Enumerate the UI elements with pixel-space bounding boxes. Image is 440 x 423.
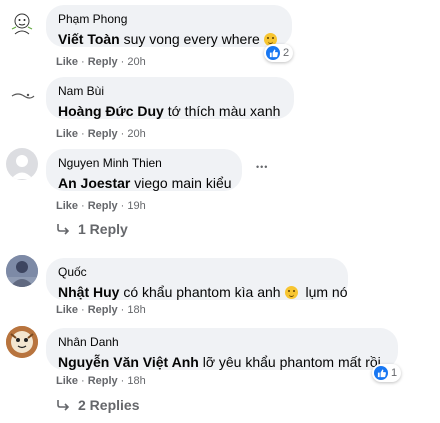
- comment-author[interactable]: Nam Bùi: [58, 84, 282, 99]
- separator: ·: [120, 128, 125, 140]
- timestamp[interactable]: 20h: [127, 128, 145, 140]
- separator: ·: [81, 200, 85, 212]
- comment-bubble: Phạm Phong Viết Toàn suy vong every wher…: [46, 5, 292, 47]
- reply-arrow-icon: [57, 224, 70, 235]
- reaction-count: 2: [283, 47, 290, 59]
- mention-link[interactable]: Nhật Huy: [58, 284, 119, 300]
- separator: ·: [81, 56, 85, 68]
- like-button[interactable]: Like: [56, 375, 78, 387]
- comment-bubble: Nam Bùi Hoàng Đức Duy tớ thích màu xanh: [46, 77, 294, 119]
- more-options-button[interactable]: •••: [256, 162, 268, 172]
- comment-text: suy vong every where: [123, 31, 260, 47]
- view-replies-button[interactable]: 2 Replies: [56, 397, 139, 413]
- like-reaction-icon: [374, 366, 388, 380]
- like-button[interactable]: Like: [56, 200, 78, 212]
- mention-link[interactable]: Nguyễn Văn Việt Anh: [58, 354, 199, 370]
- view-replies-button[interactable]: 1 Reply: [56, 221, 128, 237]
- separator: ·: [81, 304, 85, 316]
- reaction-count: 1: [391, 367, 398, 379]
- comment-text: viego main kiểu: [134, 175, 232, 191]
- reply-button[interactable]: Reply: [88, 200, 118, 212]
- avatar[interactable]: [6, 326, 38, 358]
- timestamp[interactable]: 18h: [127, 304, 145, 316]
- comment-author[interactable]: Nhân Danh: [58, 335, 386, 350]
- avatar[interactable]: [6, 255, 38, 287]
- reply-button[interactable]: Reply: [88, 304, 118, 316]
- reply-button[interactable]: Reply: [88, 375, 118, 387]
- like-button[interactable]: Like: [56, 56, 78, 68]
- avatar[interactable]: [6, 80, 38, 112]
- avatar[interactable]: [6, 8, 38, 40]
- separator: ·: [120, 56, 125, 68]
- comment-text: tớ thích màu xanh: [167, 103, 281, 119]
- reply-button[interactable]: Reply: [88, 56, 118, 68]
- timestamp[interactable]: 18h: [127, 375, 145, 387]
- timestamp[interactable]: 20h: [127, 56, 145, 68]
- reply-button[interactable]: Reply: [88, 128, 118, 140]
- comment-bubble: Nhân Danh Nguyễn Văn Việt Anh lỡ yêu khẩ…: [46, 328, 398, 370]
- comment-bubble: Quốc Nhật Huy có khẩu phantom kìa anh lụ…: [46, 258, 348, 300]
- separator: ·: [81, 128, 85, 140]
- comment-author[interactable]: Nguyen Minh Thien: [58, 156, 230, 171]
- like-button[interactable]: Like: [56, 128, 78, 140]
- separator: ·: [81, 375, 85, 387]
- emoji-icon: [284, 286, 298, 299]
- reply-arrow-icon: [57, 400, 70, 411]
- comment-author[interactable]: Phạm Phong: [58, 12, 280, 27]
- comment-author[interactable]: Quốc: [58, 265, 336, 280]
- reaction-summary[interactable]: 2: [264, 44, 294, 62]
- separator: ·: [120, 304, 125, 316]
- replies-label: 2 Replies: [78, 397, 140, 413]
- avatar[interactable]: [6, 148, 38, 180]
- separator: ·: [120, 375, 125, 387]
- replies-label: 1 Reply: [78, 221, 128, 237]
- comment-bubble: Nguyen Minh Thien An Joestar viego main …: [46, 149, 242, 191]
- separator: ·: [120, 200, 125, 212]
- comment-text: có khẩu phantom kìa anh: [123, 284, 281, 300]
- timestamp[interactable]: 19h: [127, 200, 145, 212]
- mention-link[interactable]: Hoàng Đức Duy: [58, 103, 164, 119]
- comment-text: lụm nó: [305, 284, 348, 300]
- reaction-summary[interactable]: 1: [372, 364, 402, 382]
- like-button[interactable]: Like: [56, 304, 78, 316]
- like-reaction-icon: [266, 46, 280, 60]
- comment-text: lỡ yêu khẩu phantom mất rồi: [202, 354, 381, 370]
- mention-link[interactable]: Viết Toàn: [58, 31, 120, 47]
- mention-link[interactable]: An Joestar: [58, 175, 130, 191]
